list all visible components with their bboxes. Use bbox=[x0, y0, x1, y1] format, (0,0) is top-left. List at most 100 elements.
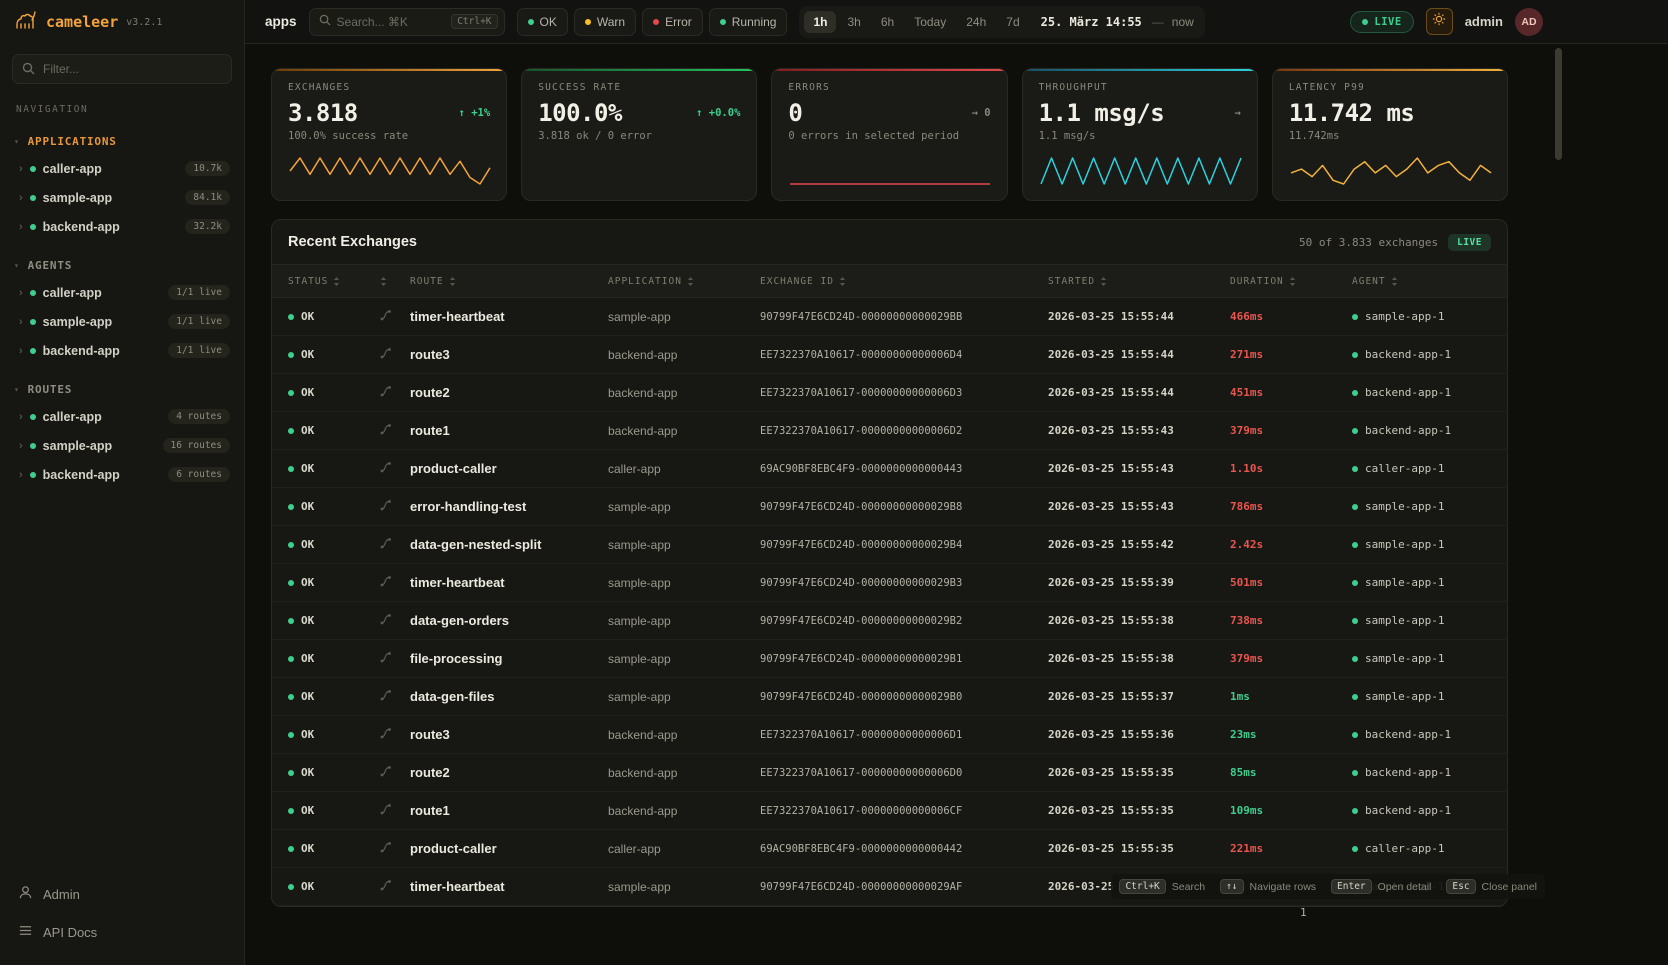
sidebar-item-applications-caller-app[interactable]: ›caller-app10.7k bbox=[0, 154, 244, 183]
sidebar-item-api-docs[interactable]: API Docs bbox=[0, 913, 244, 951]
sidebar-item-routes-backend-app[interactable]: ›backend-app6 routes bbox=[0, 460, 244, 489]
table-row[interactable]: OK product-caller caller-app 69AC90BF8EB… bbox=[272, 830, 1507, 868]
topbar-right: LIVE admin AD bbox=[1350, 8, 1543, 36]
application-cell: backend-app bbox=[608, 766, 760, 780]
live-badge[interactable]: LIVE bbox=[1350, 11, 1413, 33]
agent-cell: caller-app-1 bbox=[1352, 462, 1491, 475]
sidebar-item-routes-caller-app[interactable]: ›caller-app4 routes bbox=[0, 402, 244, 431]
sidebar-item-agents-backend-app[interactable]: ›backend-app1/1 live bbox=[0, 336, 244, 365]
exchange-id-cell: 90799F47E6CD24D-00000000000029B2 bbox=[760, 615, 1048, 627]
section-header-agents[interactable]: ▾AGENTS bbox=[0, 253, 244, 278]
table-row[interactable]: OK data-gen-orders sample-app 90799F47E6… bbox=[272, 602, 1507, 640]
date-label[interactable]: 25. März 14:55 bbox=[1031, 15, 1150, 29]
table-row[interactable]: OK route1 backend-app EE7322370A10617-00… bbox=[272, 792, 1507, 830]
time-range-3h[interactable]: 3h bbox=[838, 11, 869, 33]
logo[interactable]: cameleer v3.2.1 bbox=[0, 0, 244, 44]
table-row[interactable]: OK data-gen-nested-split sample-app 9079… bbox=[272, 526, 1507, 564]
sidebar-item-applications-sample-app[interactable]: ›sample-app84.1k bbox=[0, 183, 244, 212]
sidebar-item-routes-sample-app[interactable]: ›sample-app16 routes bbox=[0, 431, 244, 460]
sidebar-footer: Admin API Docs bbox=[0, 869, 244, 965]
section-header-applications[interactable]: ▾APPLICATIONS bbox=[0, 129, 244, 154]
sidebar-item-applications-backend-app[interactable]: ›backend-app32.2k bbox=[0, 212, 244, 241]
table-row[interactable]: OK timer-heartbeat sample-app 90799F47E6… bbox=[272, 298, 1507, 336]
filter-chip-error[interactable]: Error bbox=[642, 8, 703, 36]
table-row[interactable]: OK timer-heartbeat sample-app 90799F47E6… bbox=[272, 564, 1507, 602]
table-row[interactable]: OK route2 backend-app EE7322370A10617-00… bbox=[272, 754, 1507, 792]
agent-cell: sample-app-1 bbox=[1352, 690, 1491, 703]
column-header-status[interactable]: STATUS bbox=[288, 276, 380, 287]
application-cell: sample-app bbox=[608, 614, 760, 628]
status-dot bbox=[288, 504, 294, 510]
time-range-6h[interactable]: 6h bbox=[872, 11, 903, 33]
column-header-started[interactable]: STARTED bbox=[1048, 276, 1230, 287]
chevron-right-icon: › bbox=[19, 163, 23, 175]
search-input[interactable] bbox=[337, 15, 446, 29]
column-header-route[interactable]: ROUTE bbox=[410, 276, 608, 287]
exchange-id-cell: 90799F47E6CD24D-00000000000029B3 bbox=[760, 577, 1048, 589]
column-header-icon[interactable] bbox=[380, 277, 410, 286]
route-icon-cell bbox=[380, 574, 410, 592]
section-header-routes[interactable]: ▾ROUTES bbox=[0, 377, 244, 402]
time-range-7d[interactable]: 7d bbox=[997, 11, 1028, 33]
table-row[interactable]: OK route2 backend-app EE7322370A10617-00… bbox=[272, 374, 1507, 412]
column-header-exchange-id[interactable]: EXCHANGE ID bbox=[760, 276, 1048, 287]
chevron-right-icon: › bbox=[19, 411, 23, 423]
table-live-badge[interactable]: LIVE bbox=[1448, 234, 1491, 251]
exchange-id-cell: EE7322370A10617-00000000000006D3 bbox=[760, 387, 1048, 399]
scrollbar-thumb[interactable] bbox=[1555, 48, 1562, 160]
exchange-id-cell: 90799F47E6CD24D-00000000000029B8 bbox=[760, 501, 1048, 513]
filter-chip-ok[interactable]: OK bbox=[517, 8, 568, 36]
agent-cell: caller-app-1 bbox=[1352, 842, 1491, 855]
status-dot bbox=[288, 694, 294, 700]
avatar[interactable]: AD bbox=[1515, 8, 1543, 36]
table-row[interactable]: OK data-gen-files sample-app 90799F47E6C… bbox=[272, 678, 1507, 716]
time-range-1h[interactable]: 1h bbox=[804, 11, 836, 33]
item-badge: 4 routes bbox=[168, 409, 230, 424]
status-dot bbox=[1352, 808, 1358, 814]
filter-chip-running[interactable]: Running bbox=[709, 8, 788, 36]
status-cell: OK bbox=[288, 804, 380, 817]
exchange-id-cell: 69AC90BF8EBC4F9-0000000000000442 bbox=[760, 843, 1048, 855]
exchange-id-cell: 90799F47E6CD24D-00000000000029B0 bbox=[760, 691, 1048, 703]
table-row[interactable]: OK route1 backend-app EE7322370A10617-00… bbox=[272, 412, 1507, 450]
time-range-today[interactable]: Today bbox=[905, 11, 955, 33]
started-cell: 2026-03-25 15:55:43 bbox=[1048, 500, 1230, 513]
application-cell: sample-app bbox=[608, 500, 760, 514]
route-icon bbox=[380, 537, 392, 549]
filter-chip-label: Error bbox=[665, 15, 692, 29]
table-row[interactable]: OK file-processing sample-app 90799F47E6… bbox=[272, 640, 1507, 678]
column-header-duration[interactable]: DURATION bbox=[1230, 276, 1352, 287]
stat-title: THROUGHPUT bbox=[1039, 82, 1241, 93]
page-number[interactable]: 1 bbox=[1300, 906, 1307, 919]
filter-chip-warn[interactable]: Warn bbox=[574, 8, 636, 36]
docs-list-icon bbox=[18, 923, 33, 941]
sort-icon bbox=[333, 277, 340, 286]
sidebar-item-agents-sample-app[interactable]: ›sample-app1/1 live bbox=[0, 307, 244, 336]
agent-cell: sample-app-1 bbox=[1352, 500, 1491, 513]
global-search[interactable]: Ctrl+K bbox=[309, 8, 505, 36]
status-dot bbox=[585, 19, 591, 25]
sidebar-item-agents-caller-app[interactable]: ›caller-app1/1 live bbox=[0, 278, 244, 307]
now-label[interactable]: now bbox=[1166, 15, 1200, 29]
table-row[interactable]: OK route3 backend-app EE7322370A10617-00… bbox=[272, 336, 1507, 374]
column-header-agent[interactable]: AGENT bbox=[1352, 276, 1491, 287]
route-icon-cell bbox=[380, 536, 410, 554]
stat-card-exchanges: EXCHANGES 3.818 ↑ +1% 100.0% success rat… bbox=[271, 68, 507, 201]
stat-title: EXCHANGES bbox=[288, 82, 490, 93]
table-row[interactable]: OK error-handling-test sample-app 90799F… bbox=[272, 488, 1507, 526]
sidebar-item-admin[interactable]: Admin bbox=[0, 875, 244, 913]
duration-cell: 23ms bbox=[1230, 728, 1352, 741]
route-icon bbox=[380, 423, 392, 435]
item-label: sample-app bbox=[43, 315, 112, 329]
column-header-application[interactable]: APPLICATION bbox=[608, 276, 760, 287]
started-cell: 2026-03-25 15:55:35 bbox=[1048, 766, 1230, 779]
sparkline bbox=[1039, 153, 1243, 187]
time-range-24h[interactable]: 24h bbox=[957, 11, 995, 33]
theme-toggle-button[interactable] bbox=[1426, 8, 1453, 35]
table-row[interactable]: OK route3 backend-app EE7322370A10617-00… bbox=[272, 716, 1507, 754]
status-dot bbox=[288, 314, 294, 320]
stat-subtext: 0 errors in selected period bbox=[788, 130, 990, 142]
table-row[interactable]: OK product-caller caller-app 69AC90BF8EB… bbox=[272, 450, 1507, 488]
route-icon-cell bbox=[380, 802, 410, 820]
sidebar-filter-input[interactable] bbox=[12, 54, 232, 84]
